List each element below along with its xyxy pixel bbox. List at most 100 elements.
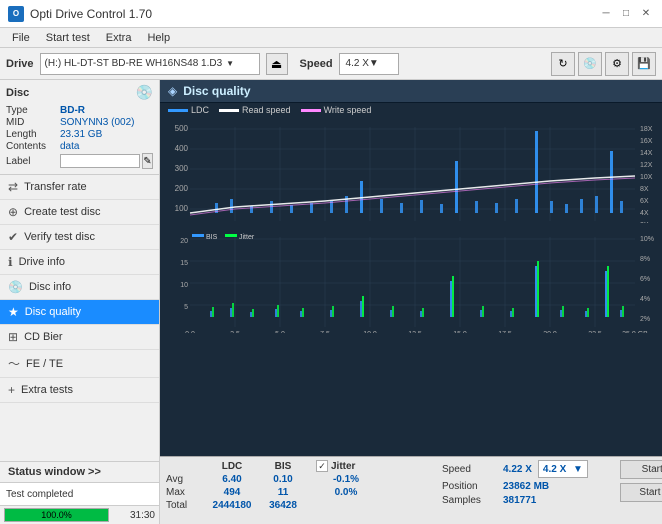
stats-avg-label: Avg <box>166 474 202 485</box>
svg-text:6%: 6% <box>640 276 650 283</box>
extra-tests-icon: + <box>8 383 15 397</box>
sidebar-item-transfer-rate[interactable]: ⇄ Transfer rate <box>0 175 159 200</box>
svg-text:10X: 10X <box>640 174 653 181</box>
jitter-checkbox-row: ✓ Jitter <box>316 460 355 472</box>
sidebar-item-label: Create test disc <box>24 206 100 218</box>
disc-label-btn[interactable]: ✎ <box>142 153 153 169</box>
stats-header-bis: BIS <box>262 461 304 472</box>
svg-text:10: 10 <box>180 282 188 289</box>
samples-val: 381771 <box>503 495 536 506</box>
disc-quality-icon: ★ <box>8 305 19 319</box>
create-test-disc-icon: ⊕ <box>8 205 18 219</box>
samples-label: Samples <box>442 495 497 506</box>
svg-text:17.5: 17.5 <box>498 331 512 333</box>
refresh-icon-btn[interactable]: ↻ <box>551 52 575 76</box>
sidebar-item-disc-info[interactable]: 💿 Disc info <box>0 275 159 300</box>
sidebar-item-fe-te[interactable]: 〜 FE / TE <box>0 350 159 378</box>
svg-text:20: 20 <box>180 238 188 245</box>
svg-text:4X: 4X <box>640 210 649 217</box>
menu-start-test[interactable]: Start test <box>38 31 98 45</box>
speed-stat-select-val: 4.2 X <box>543 464 566 475</box>
svg-text:200: 200 <box>175 184 189 193</box>
sidebar-item-label: CD Bier <box>24 331 63 343</box>
svg-text:10.0: 10.0 <box>363 331 377 333</box>
svg-text:15.0: 15.0 <box>453 331 467 333</box>
close-button[interactable]: ✕ <box>638 6 654 22</box>
main-layout: Disc 💿 Type BD-R MID SONYNN3 (002) Lengt… <box>0 80 662 524</box>
sidebar-item-create-test-disc[interactable]: ⊕ Create test disc <box>0 200 159 225</box>
svg-text:12.5: 12.5 <box>408 331 422 333</box>
chart-title: Disc quality <box>183 84 250 98</box>
progress-time: 31:30 <box>115 510 155 521</box>
eject-button[interactable]: ⏏ <box>266 53 288 75</box>
sidebar-item-extra-tests[interactable]: + Extra tests <box>0 378 159 403</box>
svg-text:BIS: BIS <box>206 234 218 241</box>
sidebar-item-disc-quality[interactable]: ★ Disc quality <box>0 300 159 325</box>
title-bar-left: O Opti Drive Control 1.70 <box>8 6 152 22</box>
stats-bar: LDC BIS ✓ Jitter Avg 6.40 0.10 -0.1% Max <box>160 456 662 524</box>
drive-select[interactable]: (H:) HL-DT-ST BD-RE WH16NS48 1.D3 ▼ <box>40 53 260 75</box>
disc-panel-title: Disc <box>6 87 29 99</box>
disc-mid-val: SONYNN3 (002) <box>60 117 134 128</box>
sidebar-item-label: Extra tests <box>21 384 73 396</box>
app-title: Opti Drive Control 1.70 <box>30 7 152 21</box>
speed-stat-select[interactable]: 4.2 X ▼ <box>538 460 588 478</box>
svg-text:2.5: 2.5 <box>230 331 240 333</box>
minimize-button[interactable]: ─ <box>598 6 614 22</box>
menu-bar: File Start test Extra Help <box>0 28 662 48</box>
svg-text:5.0: 5.0 <box>275 331 285 333</box>
svg-text:4%: 4% <box>640 296 650 303</box>
svg-text:20.0: 20.0 <box>543 331 557 333</box>
menu-help[interactable]: Help <box>139 31 178 45</box>
sidebar-item-drive-info[interactable]: ℹ Drive info <box>0 250 159 275</box>
disc-contents-key: Contents <box>6 141 60 152</box>
svg-text:6X: 6X <box>640 198 649 205</box>
status-text: Test completed <box>0 483 159 505</box>
legend-write-speed-label: Write speed <box>324 105 372 115</box>
start-full-button[interactable]: Start full <box>620 460 662 479</box>
cd-bier-icon: ⊞ <box>8 330 18 344</box>
speed-dropdown-arrow: ▼ <box>369 58 379 69</box>
svg-text:400: 400 <box>175 144 189 153</box>
legend-ldc: LDC <box>168 105 209 115</box>
speed-stat-dropdown-arrow: ▼ <box>573 464 583 475</box>
app-icon: O <box>8 6 24 22</box>
stats-header-ldc: LDC <box>206 461 258 472</box>
speed-select[interactable]: 4.2 X ▼ <box>339 53 399 75</box>
stats-total-ldc: 2444180 <box>206 500 258 511</box>
action-buttons: Start full Start part <box>620 460 662 502</box>
menu-extra[interactable]: Extra <box>98 31 140 45</box>
sidebar: Disc 💿 Type BD-R MID SONYNN3 (002) Lengt… <box>0 80 160 524</box>
disc-length-key: Length <box>6 129 60 140</box>
sidebar-item-cd-bier[interactable]: ⊞ CD Bier <box>0 325 159 350</box>
maximize-button[interactable]: □ <box>618 6 634 22</box>
save-icon-btn[interactable]: 💾 <box>632 52 656 76</box>
bottom-chart: BIS Jitter 20 15 10 5 10% 8% 6% 4% 2% 0.… <box>160 227 662 337</box>
disc-label-row: Label ✎ <box>6 153 153 169</box>
charts-wrapper: 500 400 300 200 100 18X 16X 14X 12X 10X … <box>160 117 662 456</box>
svg-text:5: 5 <box>184 304 188 311</box>
drive-info-icon: ℹ <box>8 255 13 269</box>
sidebar-item-verify-test-disc[interactable]: ✔ Verify test disc <box>0 225 159 250</box>
sidebar-item-label: Disc info <box>29 281 71 293</box>
progress-row: 100.0% 31:30 <box>4 508 155 522</box>
disc-label-input[interactable] <box>60 154 140 168</box>
disc-mid-row: MID SONYNN3 (002) <box>6 117 153 128</box>
disc-length-val: 23.31 GB <box>60 129 102 140</box>
disc-panel-icon[interactable]: 💿 <box>136 84 153 101</box>
top-chart: 500 400 300 200 100 18X 16X 14X 12X 10X … <box>160 117 662 227</box>
disc-icon-btn[interactable]: 💿 <box>578 52 602 76</box>
svg-text:500: 500 <box>175 124 189 133</box>
disc-contents-val: data <box>60 141 79 152</box>
settings-icon-btn[interactable]: ⚙ <box>605 52 629 76</box>
speed-select-value: 4.2 X <box>346 58 369 69</box>
disc-info-icon: 💿 <box>8 280 23 294</box>
svg-text:15: 15 <box>180 260 188 267</box>
jitter-checkbox[interactable]: ✓ <box>316 460 328 472</box>
menu-file[interactable]: File <box>4 31 38 45</box>
start-part-button[interactable]: Start part <box>620 483 662 502</box>
chart-header-icon: ◈ <box>168 84 177 98</box>
legend-write-speed: Write speed <box>301 105 372 115</box>
stats-total-bis: 36428 <box>262 500 304 511</box>
status-window-button[interactable]: Status window >> <box>0 462 159 483</box>
